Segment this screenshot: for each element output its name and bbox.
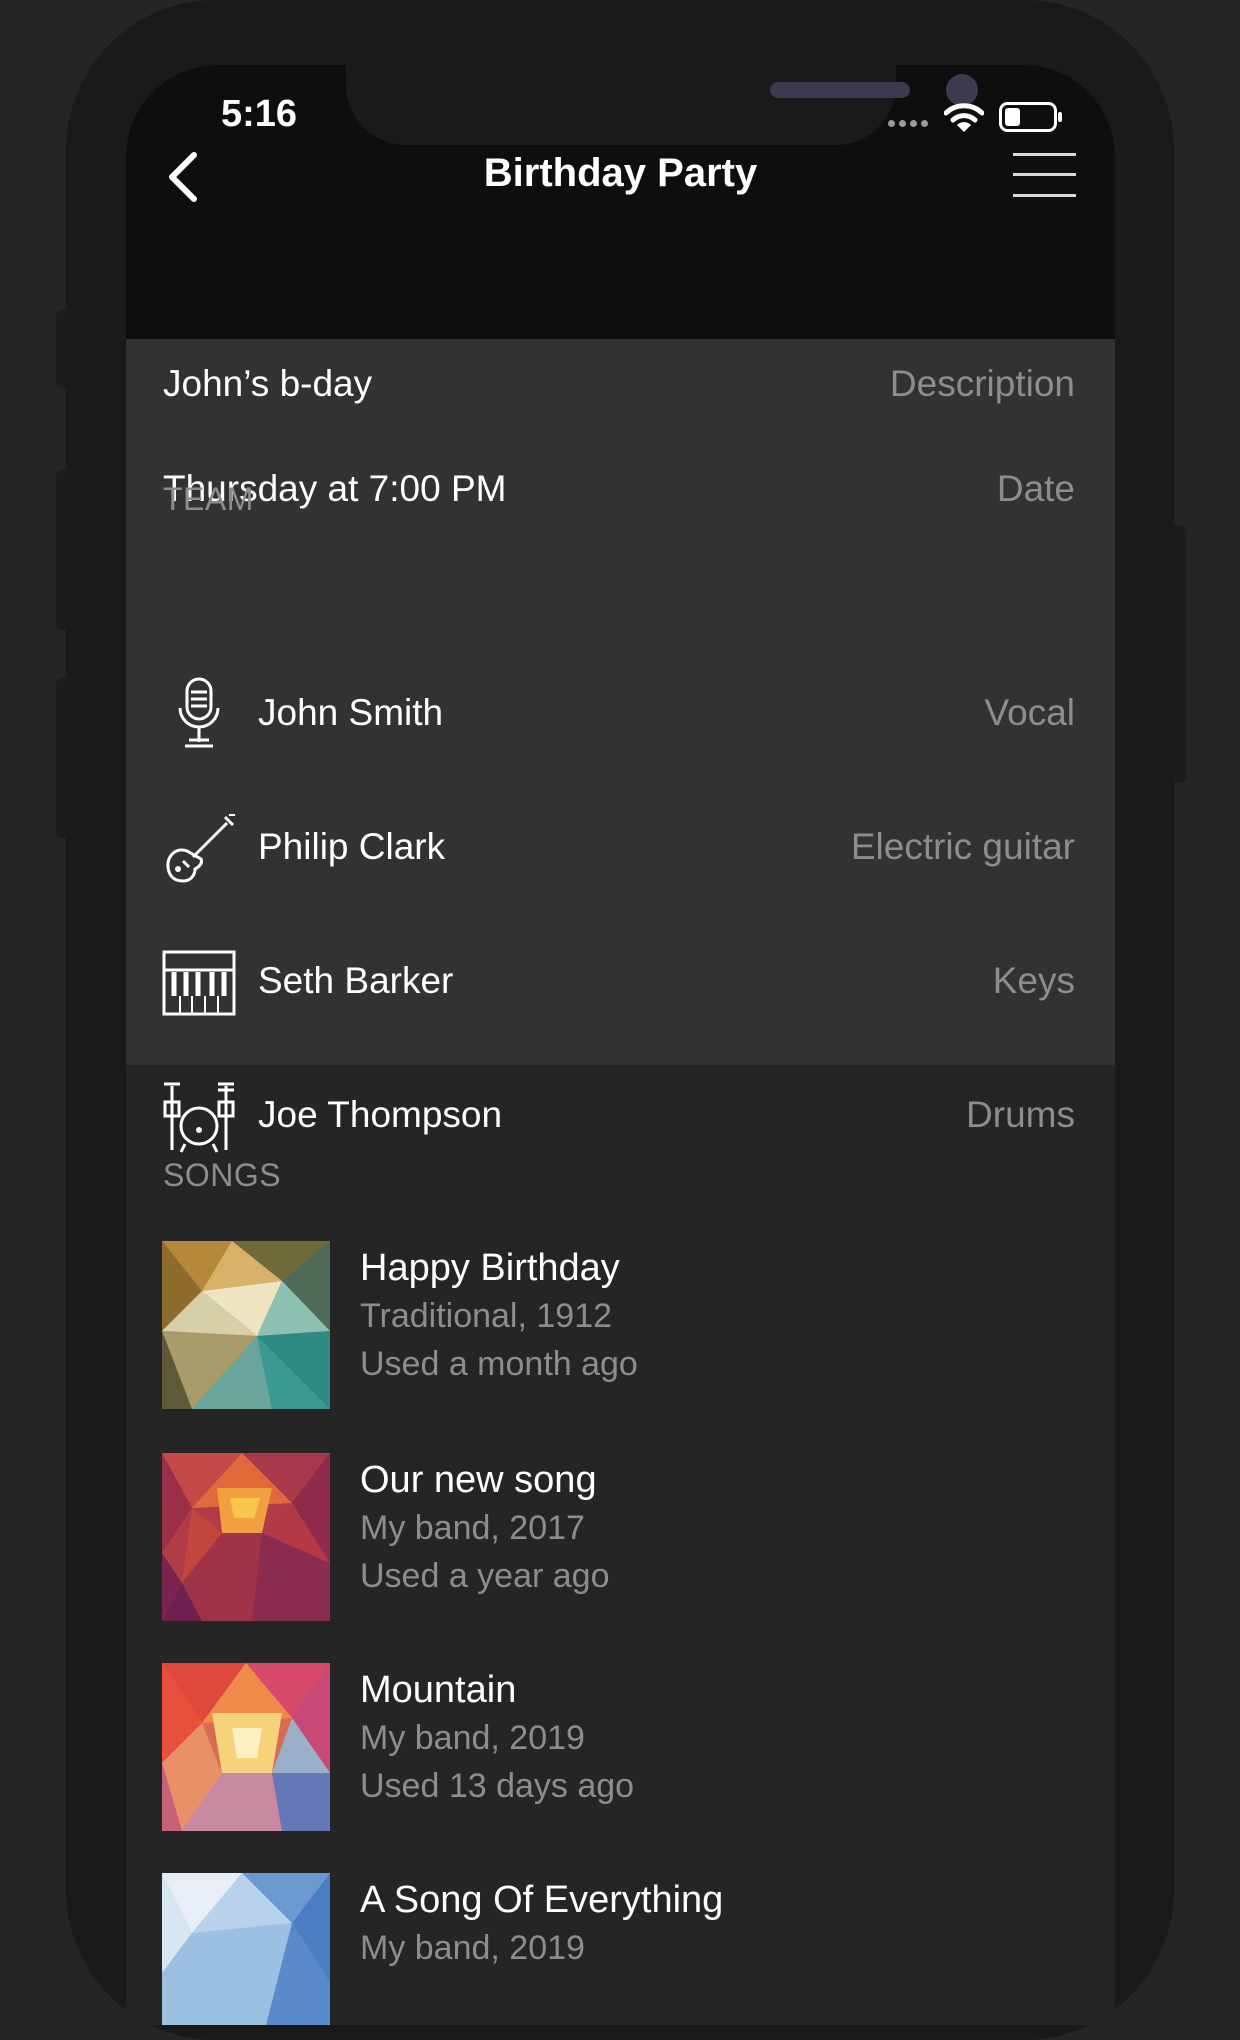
song-title: Happy Birthday (360, 1247, 620, 1289)
member-name: Philip Clark (258, 826, 446, 867)
song-title: Our new song (360, 1459, 597, 1501)
member-name: Joe Thompson (258, 1094, 503, 1135)
song-artwork (162, 1241, 330, 1409)
date-row[interactable]: Thursday at 7:00 PM Date (126, 439, 1115, 539)
song-artwork (162, 1663, 330, 1831)
event-details-section: John’s b-day Description Thursday at 7:0… (126, 339, 1115, 540)
menu-button[interactable] (1013, 153, 1076, 197)
song-artwork (162, 1453, 330, 1621)
member-name: Seth Barker (258, 960, 454, 1001)
team-member-row[interactable]: John Smith Vocal (126, 648, 1115, 782)
song-item[interactable]: Mountain My band, 2019 Used 13 days ago (126, 1663, 1115, 1843)
song-title: A Song Of Everything (360, 1879, 724, 1921)
piano-keys-icon (162, 950, 236, 1016)
date-label: Date (996, 468, 1075, 509)
description-value: John’s b-day (163, 363, 373, 404)
member-role: Electric guitar (850, 826, 1075, 867)
member-role: Drums (966, 1094, 1075, 1135)
song-last-used: Used a year ago (360, 1557, 610, 1595)
notch (346, 65, 978, 145)
cellular-signal-icon (888, 120, 928, 127)
song-last-used: Used 13 days ago (360, 1767, 635, 1805)
song-author: My band, 2019 (360, 1719, 585, 1757)
page-title: Birthday Party (483, 151, 758, 195)
team-member-row[interactable]: Philip Clark Electric guitar (126, 782, 1115, 916)
song-last-used: Used a month ago (360, 1345, 638, 1383)
member-name: John Smith (258, 692, 444, 733)
electric-guitar-icon (166, 814, 235, 883)
song-author: Traditional, 1912 (360, 1297, 613, 1335)
team-member-row[interactable]: Seth Barker Keys (126, 916, 1115, 1050)
wifi-icon (944, 103, 984, 132)
songs-section-header: SONGS (163, 1157, 282, 1193)
song-item[interactable]: A Song Of Everything My band, 2019 (126, 1873, 1115, 2025)
phone-screen: 5:16 Birthday Party John’s b-day Descrip (126, 65, 1115, 2025)
song-author: My band, 2019 (360, 1929, 585, 1967)
team-section-header: TEAM (163, 481, 254, 517)
battery-icon (999, 102, 1062, 132)
microphone-icon (178, 677, 220, 748)
status-time: 5:16 (221, 93, 298, 135)
drum-kit-icon (163, 1082, 235, 1153)
song-artwork (162, 1873, 330, 2025)
song-author: My band, 2017 (360, 1509, 585, 1547)
description-label: Description (889, 363, 1075, 404)
member-role: Keys (992, 960, 1075, 1001)
member-role: Vocal (984, 692, 1075, 733)
speaker-grille (770, 82, 910, 98)
song-item[interactable]: Happy Birthday Traditional, 1912 Used a … (126, 1241, 1115, 1421)
description-row[interactable]: John’s b-day Description (126, 339, 1115, 429)
song-title: Mountain (360, 1669, 517, 1711)
song-item[interactable]: Our new song My band, 2017 Used a year a… (126, 1453, 1115, 1633)
